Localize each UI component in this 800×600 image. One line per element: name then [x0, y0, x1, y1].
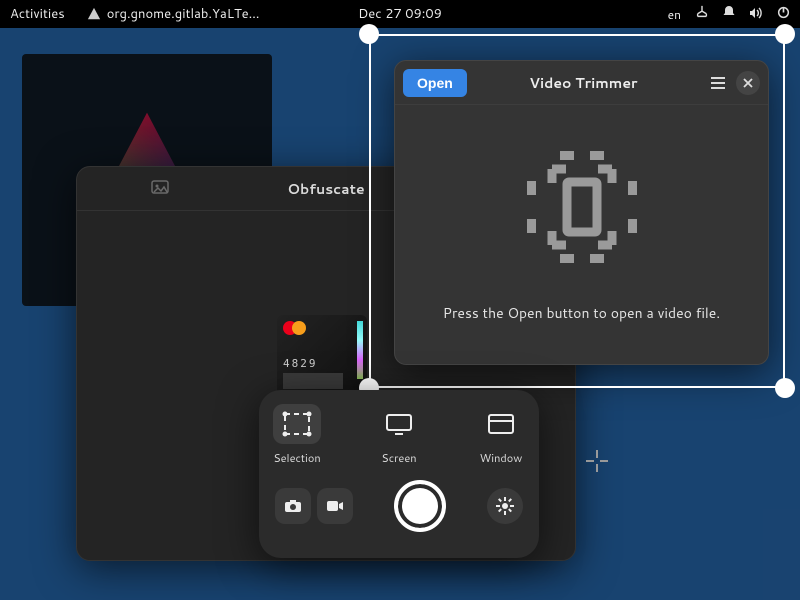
power-icon[interactable] — [777, 6, 790, 23]
video-trim-placeholder-icon — [512, 147, 652, 267]
volume-icon[interactable] — [749, 6, 763, 23]
card-blackout — [283, 373, 343, 389]
headerbar-left — [77, 177, 243, 200]
settings-button[interactable] — [487, 488, 523, 524]
activities-button[interactable]: Activities — [10, 5, 65, 23]
mode-selection-label: Selection — [273, 450, 320, 466]
screenshot-panel: Selection Screen Window — [259, 390, 539, 558]
video-icon — [326, 500, 344, 512]
video-trimmer-headerbar: Open Video Trimmer — [395, 61, 768, 105]
network-icon[interactable] — [695, 5, 709, 23]
open-image-icon[interactable] — [151, 177, 169, 200]
app-menu-label: org.gnome.gitlab.YaLTe… — [107, 5, 260, 23]
mode-window[interactable]: Window — [469, 404, 533, 466]
mode-window-label: Window — [480, 450, 523, 466]
mode-screen[interactable]: Screen — [367, 404, 431, 466]
window-icon — [486, 412, 516, 436]
obfuscate-title: Obfuscate — [287, 179, 364, 199]
video-capture-toggle[interactable] — [317, 488, 353, 524]
system-tray[interactable]: en — [668, 5, 790, 23]
video-trimmer-hint: Press the Open button to open a video fi… — [443, 303, 720, 323]
app-icon — [87, 7, 101, 21]
video-trimmer-window: Open Video Trimmer Press the Open button… — [394, 60, 769, 365]
app-menu[interactable]: org.gnome.gitlab.YaLTe… — [87, 5, 260, 23]
top-bar: Activities org.gnome.gitlab.YaLTe… Dec 2… — [0, 0, 800, 28]
selection-icon — [282, 411, 312, 437]
still-capture-toggle[interactable] — [275, 488, 311, 524]
gear-icon — [496, 497, 514, 515]
mode-selection[interactable]: Selection — [265, 404, 329, 466]
mastercard-icon — [283, 321, 361, 335]
clock[interactable]: Dec 27 09:09 — [358, 5, 442, 23]
open-button[interactable]: Open — [403, 69, 467, 97]
camera-icon — [284, 499, 302, 513]
credit-card-sample: 4829 — [277, 315, 367, 395]
crosshair-cursor — [585, 449, 609, 473]
notifications-icon[interactable] — [723, 5, 735, 23]
screenshot-bottom-row — [275, 480, 523, 532]
card-stripe — [357, 321, 363, 379]
screen-icon — [384, 412, 414, 436]
video-trimmer-body: Press the Open button to open a video fi… — [395, 105, 768, 364]
video-trimmer-title: Video Trimmer — [467, 73, 700, 93]
mode-screen-label: Screen — [381, 450, 416, 466]
keyboard-layout-indicator[interactable]: en — [668, 6, 681, 23]
hamburger-menu-button[interactable] — [704, 69, 732, 97]
capture-button[interactable] — [394, 480, 446, 532]
close-button[interactable] — [736, 71, 760, 95]
card-number: 4829 — [283, 357, 361, 370]
capture-mode-row: Selection Screen Window — [265, 404, 533, 466]
